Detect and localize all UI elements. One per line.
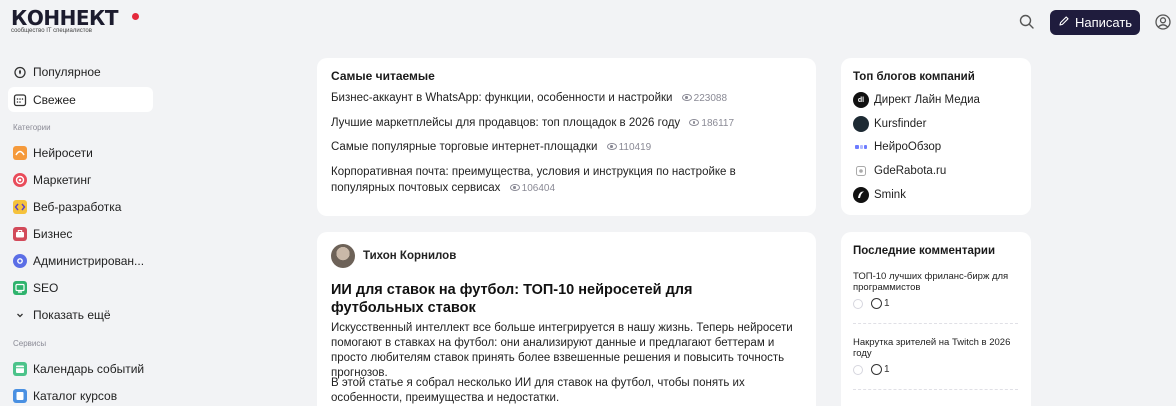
blog-name: НейроОбзор xyxy=(874,141,942,153)
most-read-item[interactable]: Лучшие маркетплейсы для продавцов: топ п… xyxy=(331,115,811,132)
blog-logo xyxy=(853,163,869,179)
code-icon xyxy=(13,199,27,214)
divider xyxy=(853,389,1018,390)
article-paragraph: Искусственный интеллект все больше интег… xyxy=(331,322,793,379)
avatar xyxy=(853,364,863,375)
article-card: Тихон Корнилов ИИ для ставок на футбол: … xyxy=(317,232,816,406)
services-label: Сервисы xyxy=(13,339,47,348)
sidebar-item-webdev[interactable]: Веб-разработка xyxy=(8,194,153,219)
blog-name: Директ Лайн Медиа xyxy=(874,94,980,106)
sidebar-item-label: Нейросети xyxy=(33,145,93,160)
blog-name: Smink xyxy=(874,189,906,201)
comment-meta: 1 xyxy=(853,298,890,309)
most-read-item[interactable]: Самые популярные торговые интернет-площа… xyxy=(331,139,811,156)
calendar-events-icon xyxy=(13,361,27,376)
eye-icon xyxy=(681,93,692,101)
fire-icon xyxy=(13,65,27,79)
seo-icon xyxy=(13,280,27,295)
comment-meta: 1 xyxy=(853,364,890,375)
most-read-card: Самые читаемые Бизнес-аккаунт в WhatsApp… xyxy=(317,58,816,216)
blog-logo xyxy=(853,139,869,155)
blog-name: GdeRabota.ru xyxy=(874,165,947,177)
gear-icon xyxy=(13,253,27,268)
eye-icon xyxy=(606,142,617,150)
logo-text: КОННЕКТ xyxy=(11,6,118,30)
sidebar-item-fresh[interactable]: Свежее xyxy=(8,87,153,112)
write-button-label: Написать xyxy=(1074,15,1133,30)
top-blogs-card: Топ блогов компаний dl Директ Лайн Медиа… xyxy=(841,58,1031,215)
sidebar-item-courses[interactable]: Каталог курсов xyxy=(8,383,153,406)
sidebar-item-label: Маркетинг xyxy=(33,172,92,187)
most-read-item-title: Бизнес-аккаунт в WhatsApp: функции, особ… xyxy=(331,92,673,104)
sidebar-item-events-calendar[interactable]: Календарь событий xyxy=(8,356,153,381)
sidebar-item-label: Веб-разработка xyxy=(33,199,122,214)
blog-item[interactable]: НейроОбзор xyxy=(853,139,941,155)
author-name: Тихон Корнилов xyxy=(363,250,457,262)
blog-item[interactable]: GdeRabota.ru xyxy=(853,163,946,179)
sidebar-item-label: Администрирован... xyxy=(33,253,145,268)
site-logo[interactable]: КОННЕКТ сообщество IT специалистов xyxy=(11,6,139,35)
blog-item[interactable]: Kursfinder xyxy=(853,116,926,132)
blog-logo xyxy=(853,187,869,203)
write-button[interactable]: Написать xyxy=(1050,10,1140,35)
comments-title: Последние комментарии xyxy=(853,245,996,257)
avatar xyxy=(853,298,863,309)
comment-item[interactable]: Накрутка зрителей на Twitch в 2026 году xyxy=(853,337,1018,359)
article-paragraph: В этой статье я собрал несколько ИИ для … xyxy=(331,377,745,404)
sidebar-item-marketing[interactable]: Маркетинг xyxy=(8,167,153,192)
comment-bubble-icon xyxy=(871,298,882,309)
views-count: 110419 xyxy=(606,142,651,153)
comment-count: 1 xyxy=(871,298,890,309)
courses-icon xyxy=(13,388,27,403)
logo-dot xyxy=(132,13,139,20)
comments-card: Последние комментарии ТОП-10 лучших фрил… xyxy=(841,232,1031,406)
sidebar-item-label: Каталог курсов xyxy=(33,388,118,403)
show-more-button[interactable]: Показать ещё xyxy=(8,302,153,327)
sidebar-item-label: Бизнес xyxy=(33,226,73,241)
eye-icon xyxy=(689,118,700,126)
sidebar-item-neural[interactable]: Нейросети xyxy=(8,140,153,165)
search-icon[interactable] xyxy=(1018,13,1036,31)
blog-logo xyxy=(853,116,869,132)
briefcase-icon xyxy=(13,226,27,241)
most-read-item-title: Самые популярные торговые интернет-площа… xyxy=(331,141,598,153)
comment-bubble-icon xyxy=(871,364,882,375)
views-count: 106404 xyxy=(509,183,555,194)
target-icon xyxy=(13,172,27,187)
top-blogs-title: Топ блогов компаний xyxy=(853,71,975,83)
pencil-icon xyxy=(1058,15,1070,30)
views-count: 223088 xyxy=(681,93,727,104)
comment-count: 1 xyxy=(871,364,890,375)
blog-logo: dl xyxy=(853,92,869,108)
blog-item[interactable]: Smink xyxy=(853,187,906,203)
views-count: 186117 xyxy=(689,118,734,129)
sidebar-item-admin[interactable]: Администрирован... xyxy=(8,248,153,273)
divider xyxy=(853,323,1018,324)
article-title[interactable]: ИИ для ставок на футбол: ТОП-10 нейросет… xyxy=(331,281,781,317)
avatar xyxy=(331,244,355,268)
chevron-down-icon xyxy=(13,308,27,322)
categories-label: Категории xyxy=(13,123,51,132)
most-read-item[interactable]: Бизнес-аккаунт в WhatsApp: функции, особ… xyxy=(331,90,811,107)
calendar-icon xyxy=(13,93,27,107)
most-read-item-title: Лучшие маркетплейсы для продавцов: топ п… xyxy=(331,117,681,129)
sidebar-item-label: Популярное xyxy=(33,64,101,79)
eye-icon xyxy=(509,183,520,191)
sidebar-item-business[interactable]: Бизнес xyxy=(8,221,153,246)
blog-item[interactable]: dl Директ Лайн Медиа xyxy=(853,92,980,108)
sidebar-item-label: Свежее xyxy=(33,92,76,107)
author-link[interactable]: Тихон Корнилов xyxy=(331,244,456,268)
comment-item[interactable]: ТОП-10 лучших фриланс-бирж для программи… xyxy=(853,271,1018,293)
sidebar-item-label: SEO xyxy=(33,280,59,295)
most-read-item[interactable]: Корпоративная почта: преимущества, услов… xyxy=(331,164,801,197)
blog-name: Kursfinder xyxy=(874,118,927,130)
show-more-label: Показать ещё xyxy=(33,307,111,322)
most-read-title: Самые читаемые xyxy=(331,69,435,83)
user-profile-icon[interactable] xyxy=(1154,13,1172,31)
header: КОННЕКТ сообщество IT специалистов Напис… xyxy=(0,0,1176,46)
sidebar-item-seo[interactable]: SEO xyxy=(8,275,153,300)
neural-icon xyxy=(13,145,27,160)
sidebar-item-label: Календарь событий xyxy=(33,361,145,376)
sidebar-item-popular[interactable]: Популярное xyxy=(8,59,153,84)
